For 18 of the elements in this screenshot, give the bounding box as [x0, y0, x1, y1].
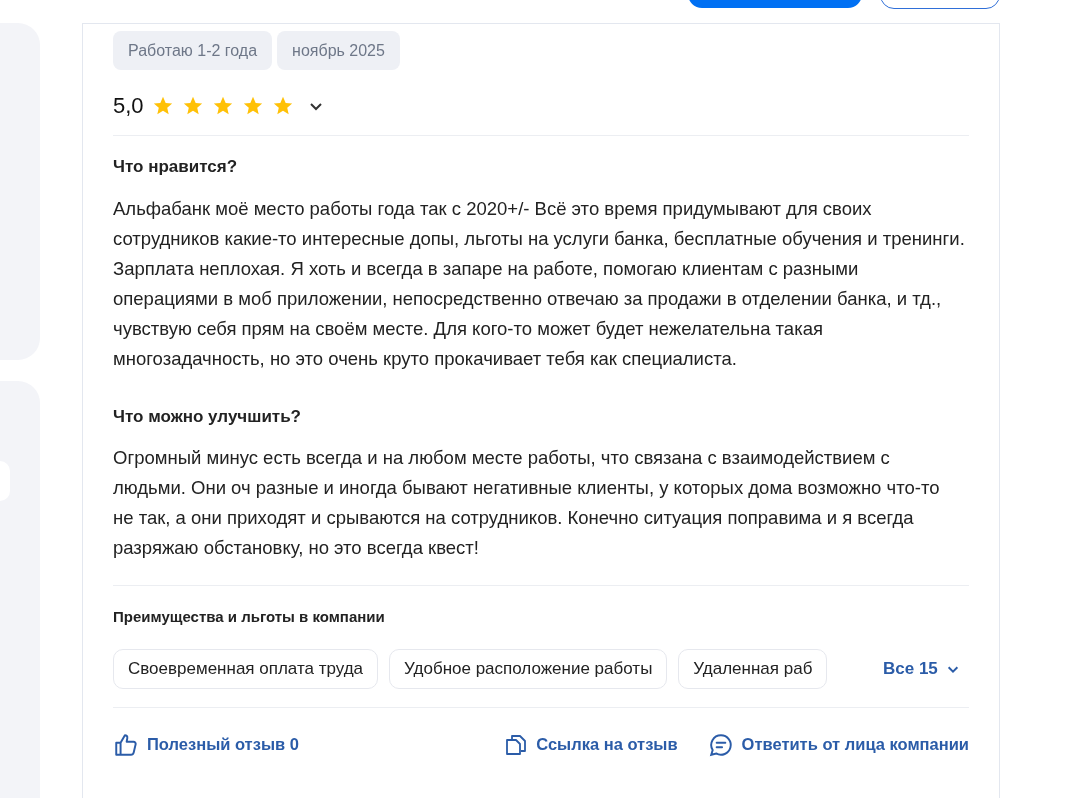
reply-button[interactable]: Ответить от лица компании	[707, 731, 969, 758]
show-all-button[interactable]: Все 15	[883, 655, 960, 682]
copy-link-button[interactable]: Ссылка на отзыв	[504, 732, 678, 757]
rating-value: 5,0	[113, 92, 144, 120]
section-title: Что нравится?	[113, 156, 239, 178]
section-text: Огромный минус есть всегда и на любом месте работы, что связана с взаимодействием с людьми. Они оч разные и иногда бывают негативные клиенты, у которых дома возможно что-то не так, а они приходят и срываются на сотрудников. Конечно ситуация поправима и я всегда разряжаю обстановку, но это всегда квест!	[113, 446, 941, 560]
section-title: Что можно улучшить?	[113, 405, 302, 428]
tag: ноябрь 2025	[277, 31, 400, 70]
benefit-chip: Удобное расположение работы	[389, 648, 668, 689]
benefits-title: Преимущества и льготы в компании	[113, 607, 386, 627]
chat-icon	[707, 731, 734, 758]
benefit-chip: Своевременная оплата труда	[113, 648, 379, 689]
helpful-button[interactable]: Полезный отзыв 0	[113, 731, 299, 758]
benefit-chip: Удаленная раб	[678, 648, 828, 689]
section-text: Альфабанк моё место работы года так с 2020+/- Всё это время придумывают для своих сотрудников какие-то интересные допы, льготы на услуги банка, бесплатные обучения и тренинги. Зарплата неплохая. Я хоть и всегда в запаре на работе, помогаю клиентам с разными операциями в моб приложении, непосредственно отвечаю за продажи в отделении банка, и тд., чувствую себя прям на своём месте. Для кого-то может будет нежелательна такая многозадачность, но это очень круто прокачивает тебя как специалиста.	[113, 196, 965, 371]
thumbs-up-icon	[113, 731, 139, 758]
copy-icon	[504, 732, 529, 757]
tag: Работаю 1-2 года	[113, 31, 273, 70]
